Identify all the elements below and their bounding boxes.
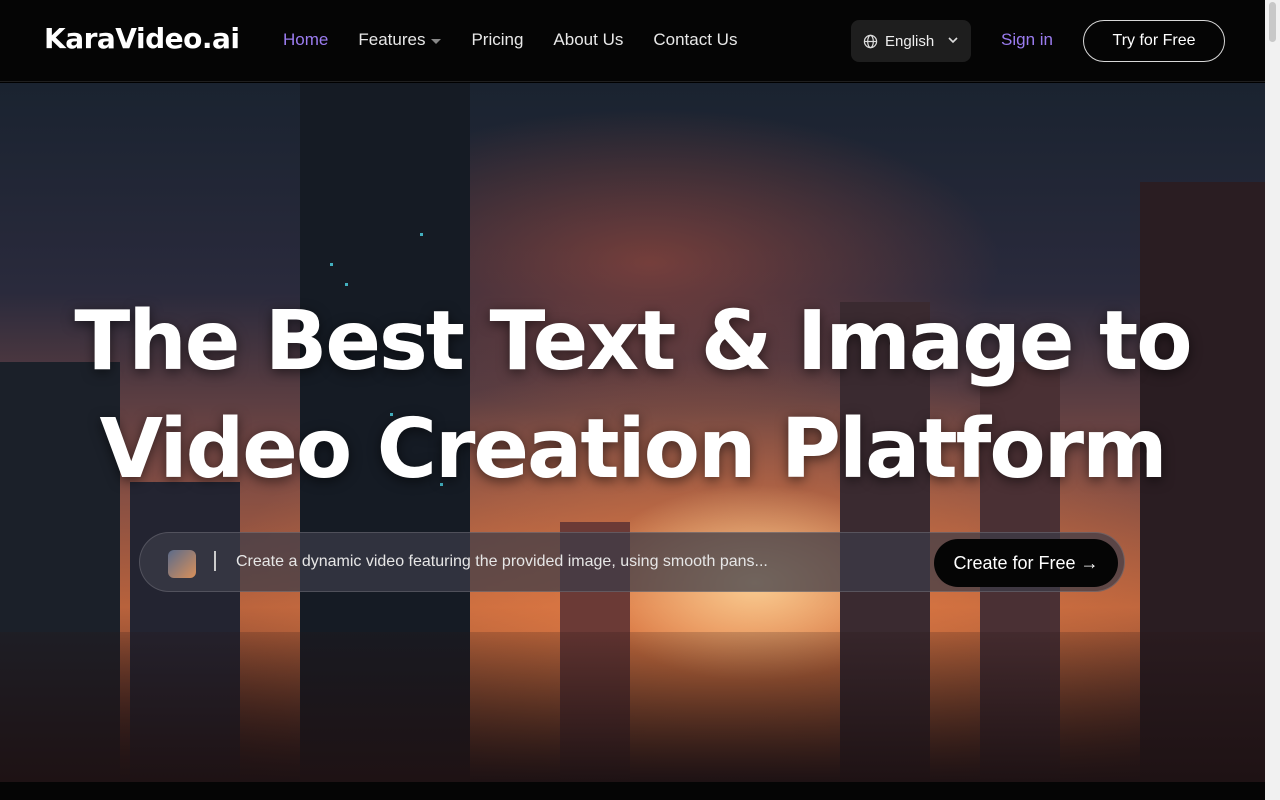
nav-contact-us[interactable]: Contact Us [653,30,737,50]
page-bottom-edge [0,782,1265,800]
language-selector[interactable]: English [851,20,971,62]
window-light [330,263,333,266]
hero-section: The Best Text & Image to Video Creation … [0,83,1265,782]
nav-pricing[interactable]: Pricing [471,30,523,50]
window-light [420,233,423,236]
window-light [345,283,348,286]
vertical-scrollbar[interactable] [1265,0,1280,800]
globe-icon [863,34,878,48]
image-thumbnail[interactable] [168,550,196,578]
nav-about-label: About Us [553,30,624,49]
nav-features-label: Features [358,30,426,49]
nav-features[interactable]: Features [358,30,442,50]
sign-in-link[interactable]: Sign in [1001,30,1053,50]
nav-home[interactable]: Home [283,30,328,50]
background-ground [0,632,1265,782]
prompt-input[interactable]: Create a dynamic video featuring the pro… [236,553,768,571]
try-for-free-button[interactable]: Try for Free [1083,20,1225,62]
text-cursor-icon [214,551,216,571]
hero-title: The Best Text & Image to Video Creation … [0,288,1265,504]
scrollbar-thumb[interactable] [1269,2,1276,42]
nav-home-label: Home [283,30,329,49]
logo[interactable]: KaraVideo.ai [44,22,240,55]
language-label: English [885,32,935,50]
caret-down-icon [431,38,442,44]
nav-pricing-label: Pricing [471,30,524,49]
prompt-bar[interactable]: Create a dynamic video featuring the pro… [139,532,1125,592]
hero-title-line-2: Video Creation Platform [99,402,1167,497]
nav-contact-label: Contact Us [653,30,738,49]
nav-about-us[interactable]: About Us [553,30,623,50]
main-nav: Home Features Pricing About Us Contact U… [283,30,767,50]
create-for-free-button[interactable]: Create for Free → [934,539,1118,587]
chevron-down-icon [948,37,958,44]
site-header: KaraVideo.ai Home Features Pricing About… [0,0,1265,82]
hero-title-line-1: The Best Text & Image to [74,294,1192,389]
